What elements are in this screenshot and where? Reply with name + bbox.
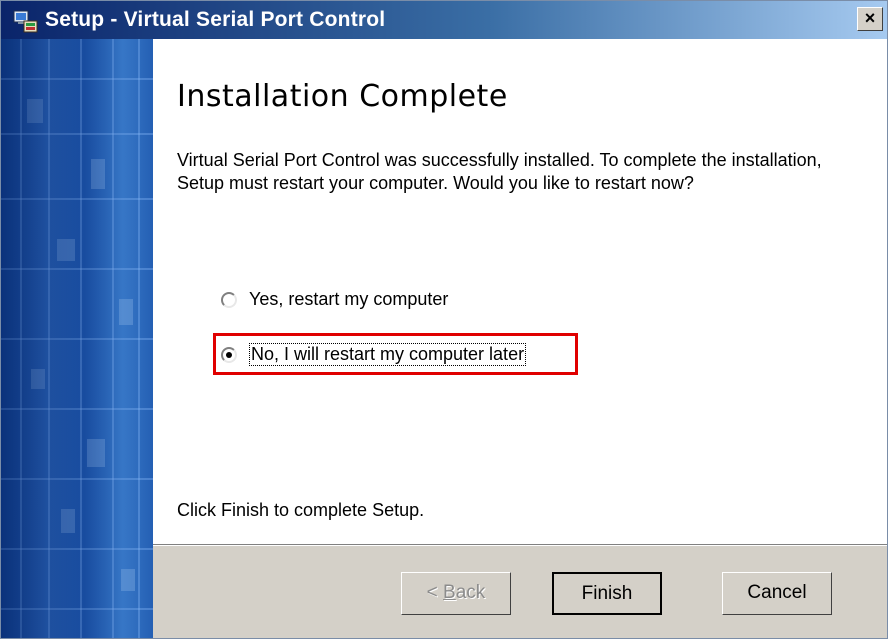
restart-now-radio[interactable] [221,291,237,308]
close-icon: × [864,8,876,28]
wizard-content: Installation Complete Virtual Serial Por… [153,39,887,544]
back-button-accel: B [443,582,456,603]
back-button[interactable]: < Back [401,572,511,615]
close-button[interactable]: × [857,7,883,31]
cancel-button[interactable]: Cancel [722,572,832,615]
highlight-box [213,333,578,375]
circuit-pattern-image [1,39,153,638]
wizard-side-image [1,39,153,638]
finish-button[interactable]: Finish [552,572,662,615]
back-button-prefix: < [426,582,444,603]
finish-instruction: Click Finish to complete Setup. [177,500,425,520]
back-button-rest: ack [455,582,486,603]
restart-now-label[interactable]: Yes, restart my computer [249,289,448,310]
button-separator [153,544,887,546]
completion-message: Virtual Serial Port Control was successf… [177,150,822,193]
setup-dialog: Setup - Virtual Serial Port Control × In… [0,0,888,639]
restart-now-option[interactable]: Yes, restart my computer [221,289,448,310]
page-heading: Installation Complete [177,79,508,114]
title-bar[interactable]: Setup - Virtual Serial Port Control × [1,1,887,39]
window-title: Setup - Virtual Serial Port Control [45,8,386,31]
installer-computer-icon [13,10,38,33]
